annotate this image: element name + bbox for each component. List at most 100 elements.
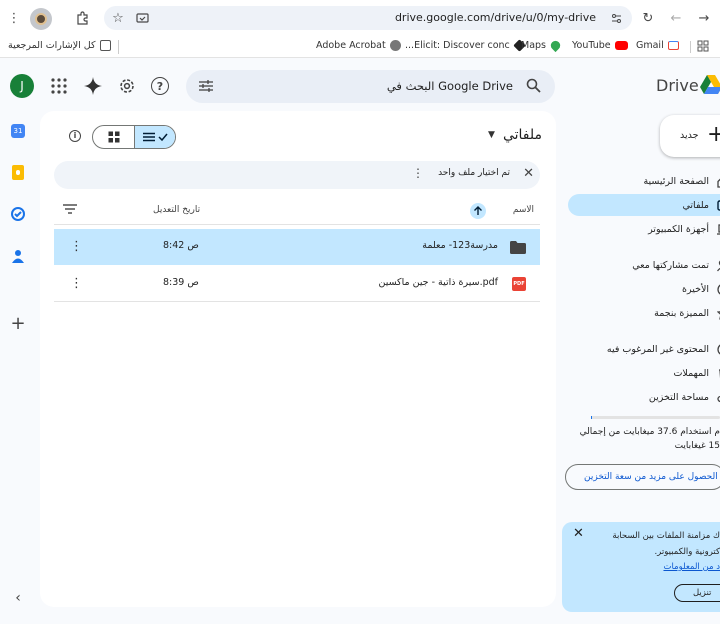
view-toggle <box>92 125 176 149</box>
add-app-icon[interactable]: + <box>10 313 26 334</box>
get-more-storage-button[interactable]: الحصول على مزيد من سعة التخزين <box>565 464 720 490</box>
row-divider <box>54 301 540 302</box>
storage-progress-fill <box>591 416 593 419</box>
row-more-actions-icon[interactable]: ⋮ <box>70 239 83 254</box>
google-apps-icon[interactable] <box>50 77 68 98</box>
list-view-button[interactable] <box>134 126 175 148</box>
selection-count: تم اختيار ملف واحد <box>438 168 510 178</box>
selection-bar: ✕ تم اختيار ملف واحد ⋮ <box>54 161 540 189</box>
contacts-icon[interactable] <box>10 248 26 264</box>
sort-ascending-icon[interactable] <box>470 203 486 219</box>
bookmarks-divider <box>118 40 119 54</box>
back-icon[interactable]: → <box>694 8 714 28</box>
address-bar[interactable]: ☆ drive.google.com/drive/u/0/my-drive <box>104 6 632 30</box>
selection-more-actions-icon[interactable]: ⋮ <box>412 166 424 180</box>
nav-starred[interactable]: المميزة بنجمة <box>654 307 720 320</box>
gemini-icon[interactable] <box>83 76 103 99</box>
calendar-icon[interactable]: 31 <box>10 123 26 139</box>
bookmark-all[interactable]: كل الإشارات المرجعية <box>8 40 111 51</box>
folder-icon <box>510 241 526 257</box>
url-text: drive.google.com/drive/u/0/my-drive <box>394 11 596 24</box>
get-more-storage-label: الحصول على مزيد من سعة التخزين <box>584 472 718 482</box>
browser-menu-icon[interactable]: ⋮ <box>4 8 24 28</box>
storage-usage-text: م استخدام 37.6 ميغابايت من إجمالي <box>579 427 720 437</box>
breadcrumb[interactable]: ملفاتي ▼ <box>488 127 542 143</box>
youtube-icon <box>614 41 628 50</box>
cast-icon[interactable] <box>132 8 152 28</box>
nav-shared-with-me[interactable]: تمت مشاركتها معي <box>632 259 720 272</box>
grid-view-icon <box>108 131 119 143</box>
gmail-icon <box>667 41 679 50</box>
grid-view-button[interactable] <box>93 126 134 148</box>
tasks-icon[interactable] <box>10 206 26 222</box>
row-more-actions-icon[interactable]: ⋮ <box>70 276 83 291</box>
search-options-icon[interactable] <box>198 79 214 96</box>
bookmark-youtube[interactable]: YouTube <box>572 40 628 51</box>
drive-title: Drive <box>656 76 699 95</box>
header-divider <box>54 224 540 225</box>
apps-grid-icon[interactable] <box>697 40 709 55</box>
pdf-icon: PDF <box>512 277 526 291</box>
table-row[interactable]: ⋮ 8:39 ص سيرة ذاتية - جين ماكسين.pdf PDF <box>54 266 540 302</box>
site-settings-icon[interactable] <box>606 8 626 28</box>
bookmarks-divider-2 <box>690 41 691 53</box>
bookmark-acrobat[interactable]: Adobe Acrobat <box>316 40 401 51</box>
sync-promo-banner: ✕ ك مزامنة الملفات بين السحابة كترونية و… <box>562 522 720 612</box>
bookmark-elicit[interactable]: Elicit: Discover conc... <box>405 39 526 52</box>
nav-home[interactable]: الصفحة الرئيسية <box>643 175 720 188</box>
nav-trash[interactable]: المهملات <box>673 367 720 380</box>
reload-icon[interactable]: ↻ <box>638 8 658 28</box>
main-content: i ملفاتي ▼ ✕ تم اختيار ملف واحد ⋮ تاريخ … <box>40 111 556 607</box>
settings-gear-icon[interactable] <box>118 77 136 98</box>
row-modified: 8:39 ص <box>163 277 199 288</box>
collapse-panel-icon[interactable]: ‹ <box>10 590 26 606</box>
column-modified[interactable]: تاريخ التعديل <box>153 205 200 215</box>
account-avatar[interactable]: J <box>10 74 34 98</box>
forward-icon[interactable]: ← <box>666 8 686 28</box>
storage-progress-bar <box>591 416 720 419</box>
bookmark-maps[interactable]: Maps <box>521 38 563 53</box>
help-icon[interactable]: ? <box>151 77 169 95</box>
page-title: ملفاتي <box>502 127 542 143</box>
bookmarks-bar: كل الإشارات المرجعية Adobe Acrobat Elici… <box>0 36 720 58</box>
extensions-icon[interactable] <box>72 8 92 28</box>
search-icon[interactable] <box>526 78 541 96</box>
search-bar[interactable]: البحث في Google Drive <box>186 70 555 103</box>
checkmark-icon <box>158 133 168 142</box>
nav-my-drive[interactable]: ملفاتي <box>683 199 720 212</box>
download-button[interactable]: تنزيل <box>674 584 720 602</box>
acrobat-icon <box>389 40 401 51</box>
learn-more-link[interactable]: د من المعلومات <box>663 562 720 572</box>
new-button-label: جديد <box>680 130 699 141</box>
promo-line-1: ك مزامنة الملفات بين السحابة <box>612 531 720 541</box>
search-input[interactable]: البحث في Google Drive <box>387 79 513 93</box>
drive-logo-icon[interactable] <box>700 73 720 98</box>
profile-avatar[interactable] <box>30 8 52 30</box>
row-modified: 8:42 ص <box>163 240 199 251</box>
chevron-down-icon: ▼ <box>488 130 495 140</box>
plus-icon: + <box>707 122 720 147</box>
keep-icon[interactable] <box>10 164 26 180</box>
nav-storage[interactable]: مساحة التخزين <box>649 391 720 404</box>
nav-spam[interactable]: المحتوى غير المرغوب فيه <box>607 343 720 356</box>
navigation-panel: جديد + الصفحة الرئيسية ملفاتي أجهزة الكم… <box>557 111 720 624</box>
browser-toolbar: ⋮ ☆ drive.google.com/drive/u/0/my-drive … <box>0 0 720 36</box>
nav-computers[interactable]: أجهزة الكمبيوتر <box>648 223 720 236</box>
bookmark-star-icon[interactable]: ☆ <box>108 8 128 28</box>
storage-usage-total: 15 غيغابايت <box>674 441 720 451</box>
column-name[interactable]: الاسم <box>513 205 534 215</box>
clear-selection-close-icon[interactable]: ✕ <box>523 166 534 181</box>
list-view-icon <box>143 132 155 142</box>
nav-recent[interactable]: الأخيرة <box>682 283 720 296</box>
download-button-label: تنزيل <box>693 588 712 598</box>
sort-options-icon[interactable] <box>63 203 77 218</box>
details-info-icon[interactable]: i <box>69 130 81 142</box>
promo-line-2: كترونية والكمبيوتر. <box>654 547 720 557</box>
maps-icon <box>548 38 563 53</box>
table-row[interactable]: ⋮ 8:42 ص مدرسة123- معلمة <box>54 229 540 265</box>
new-button[interactable]: جديد + <box>660 115 720 157</box>
row-name: مدرسة123- معلمة <box>422 240 498 251</box>
bookmark-gmail[interactable]: Gmail <box>636 40 679 51</box>
row-name: سيرة ذاتية - جين ماكسين.pdf <box>378 277 498 288</box>
close-promo-icon[interactable]: ✕ <box>573 526 584 541</box>
